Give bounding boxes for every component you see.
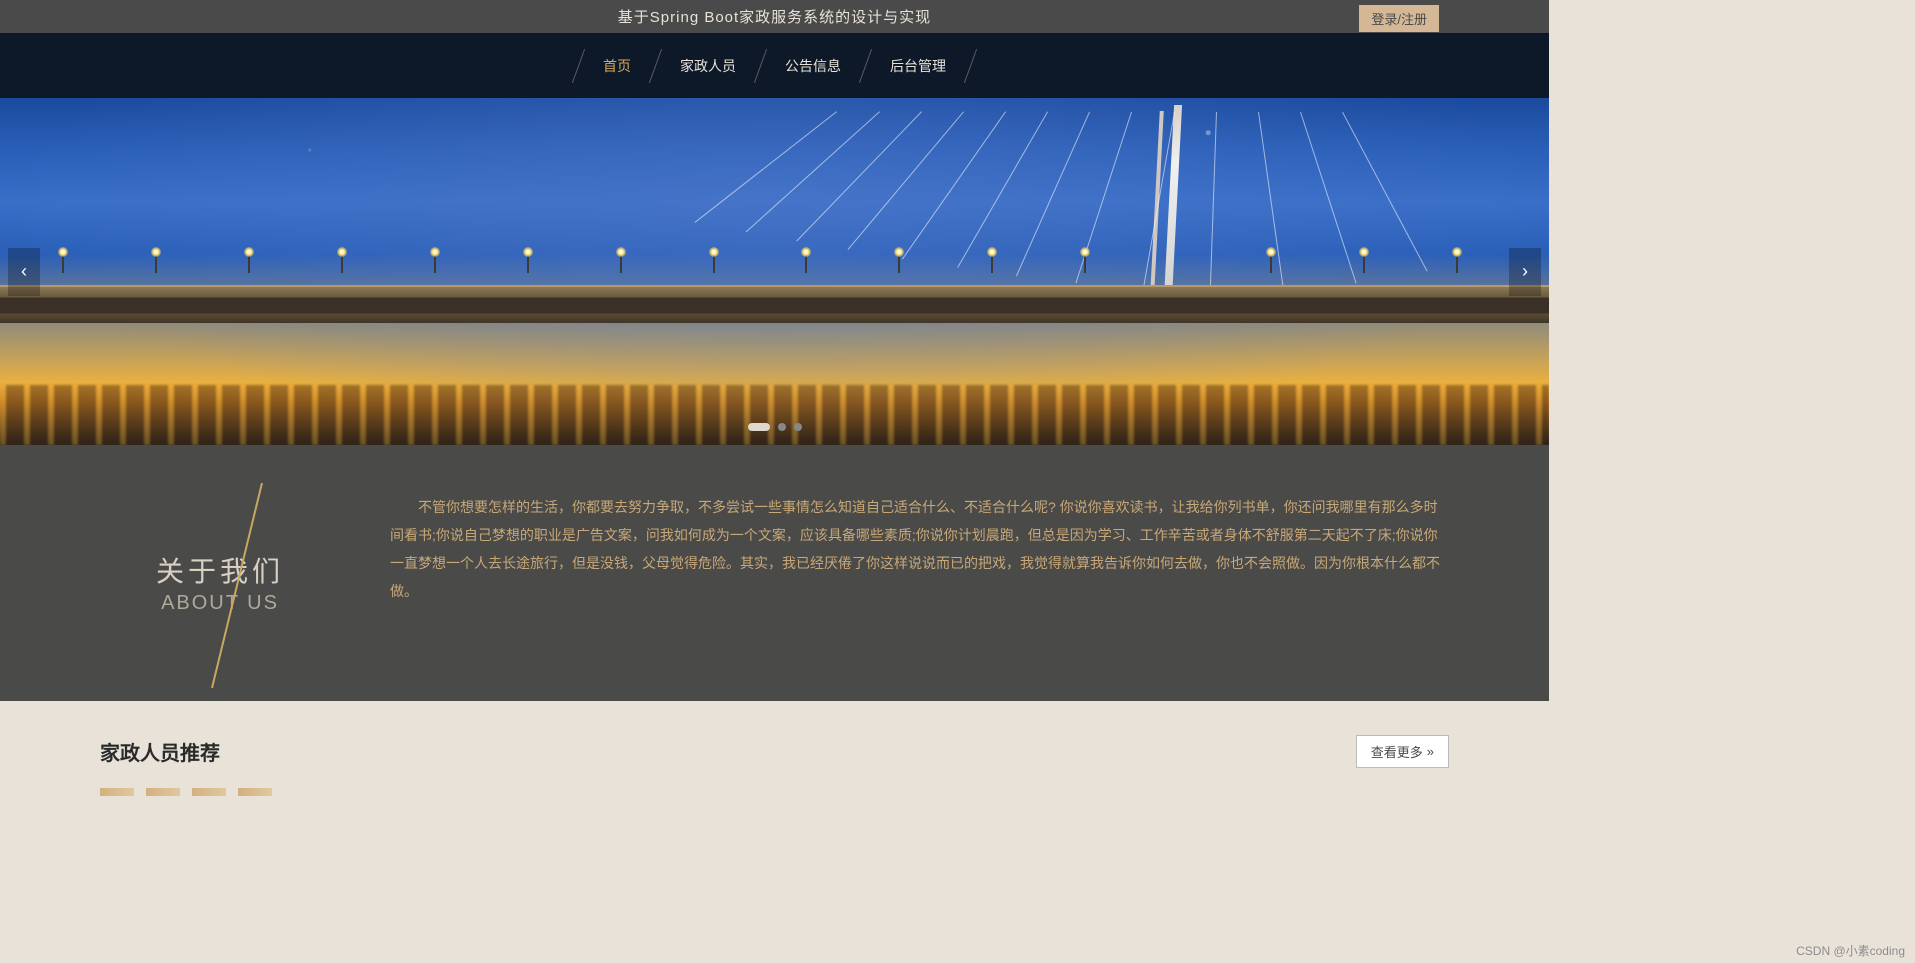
carousel-indicators <box>748 423 802 431</box>
recommend-title: 家政人员推荐 <box>100 737 220 766</box>
view-more-label: 查看更多 <box>1371 742 1423 761</box>
recommend-thumb[interactable] <box>192 788 226 796</box>
nav-item-admin[interactable]: 后台管理 <box>866 56 970 76</box>
chevron-right-icon: › <box>1522 261 1528 282</box>
nav-item-home[interactable]: 首页 <box>579 56 655 76</box>
carousel-image-water <box>0 385 1549 445</box>
recommend-thumb[interactable] <box>238 788 272 796</box>
nav-item-staff[interactable]: 家政人员 <box>656 56 760 76</box>
about-heading-block: 关于我们 ABOUT US <box>100 483 340 641</box>
view-more-button[interactable]: 查看更多 » <box>1356 735 1449 768</box>
watermark-text: CSDN @小素coding <box>1796 942 1905 959</box>
hero-carousel: ‹ › <box>0 98 1549 445</box>
carousel-dot-1[interactable] <box>748 423 770 431</box>
carousel-image-bridge <box>0 285 1549 323</box>
recommend-thumb[interactable] <box>100 788 134 796</box>
recommend-thumb[interactable] <box>146 788 180 796</box>
carousel-image-lamps <box>0 265 1549 275</box>
carousel-next-button[interactable]: › <box>1509 248 1541 296</box>
about-decorative-line-icon <box>172 483 292 693</box>
page-title: 基于Spring Boot家政服务系统的设计与实现 <box>618 6 931 27</box>
chevron-left-icon: ‹ <box>21 261 27 282</box>
about-us-section: 关于我们 ABOUT US 不管你想要怎样的生活，你都要去努力争取，不多尝试一些… <box>0 445 1549 701</box>
carousel-prev-button[interactable]: ‹ <box>8 248 40 296</box>
nav-list: 首页 家政人员 公告信息 后台管理 <box>578 48 971 84</box>
about-body-text: 不管你想要怎样的生活，你都要去努力争取，不多尝试一些事情怎么知道自己适合什么、不… <box>390 483 1449 641</box>
recommend-section: 家政人员推荐 查看更多 » <box>0 701 1549 788</box>
recommend-thumbnails <box>0 788 1549 806</box>
header-bar: 基于Spring Boot家政服务系统的设计与实现 登录/注册 <box>0 0 1549 33</box>
nav-item-notice[interactable]: 公告信息 <box>761 56 865 76</box>
carousel-dot-2[interactable] <box>778 423 786 431</box>
carousel-dot-3[interactable] <box>794 423 802 431</box>
main-nav: 首页 家政人员 公告信息 后台管理 <box>0 33 1549 98</box>
double-chevron-right-icon: » <box>1427 744 1434 759</box>
login-register-button[interactable]: 登录/注册 <box>1359 5 1439 32</box>
